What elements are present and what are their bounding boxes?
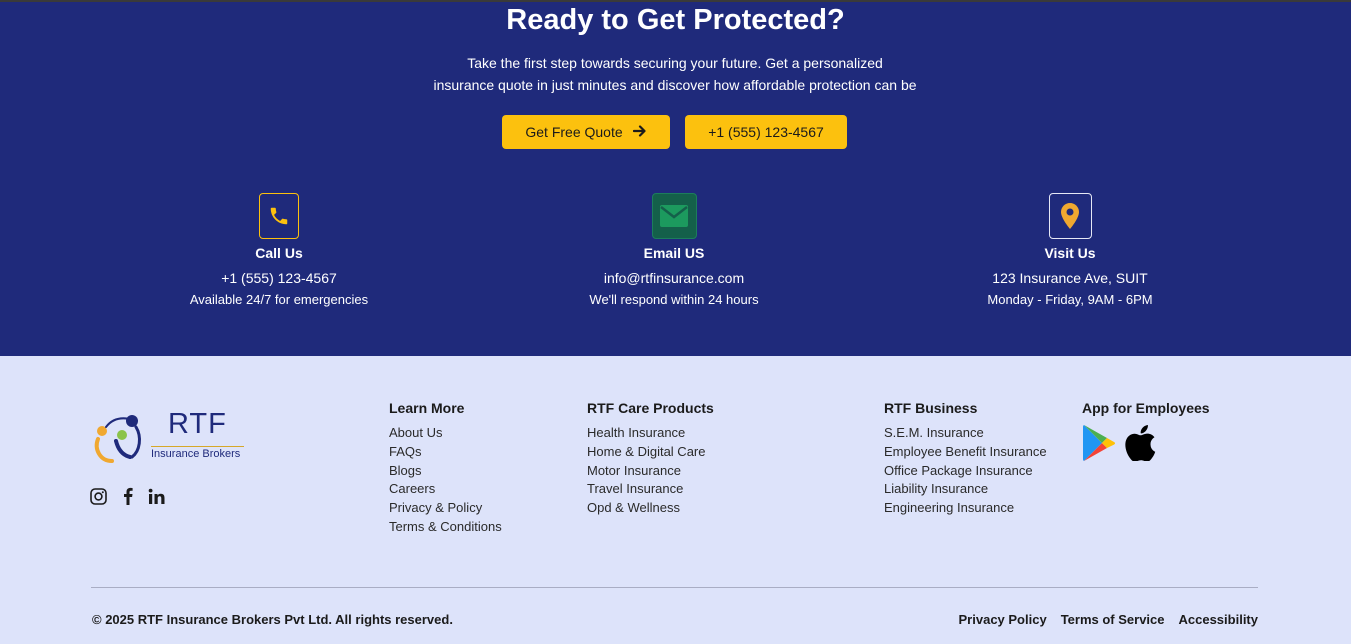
google-play-icon[interactable] <box>1082 424 1116 467</box>
link-terms-conditions[interactable]: Terms & Conditions <box>389 518 502 537</box>
link-about-us[interactable]: About Us <box>389 424 502 443</box>
link-faqs[interactable]: FAQs <box>389 443 502 462</box>
link-home-digital-care[interactable]: Home & Digital Care <box>587 443 714 462</box>
link-accessibility[interactable]: Accessibility <box>1179 612 1259 627</box>
contact-visit-title: Visit Us <box>1044 245 1096 261</box>
link-sem-insurance[interactable]: S.E.M. Insurance <box>884 424 1047 443</box>
linkedin-icon[interactable] <box>148 487 165 505</box>
care-products-title: RTF Care Products <box>587 400 714 416</box>
business-title: RTF Business <box>884 400 978 416</box>
get-free-quote-button[interactable]: Get Free Quote <box>502 115 670 149</box>
footer-care-products: RTF Care Products Health Insurance Home … <box>587 400 714 518</box>
legal-links: Privacy Policy Terms of Service Accessib… <box>959 612 1258 627</box>
link-office-package-insurance[interactable]: Office Package Insurance <box>884 462 1047 481</box>
footer-app: App for Employees <box>1082 400 1210 467</box>
phone-icon <box>259 193 299 239</box>
contact-email-title: Email US <box>643 245 705 261</box>
footer-divider <box>91 587 1258 588</box>
arrow-right-icon <box>632 124 647 141</box>
copyright-text: © 2025 RTF Insurance Brokers Pvt Ltd. Al… <box>92 612 453 627</box>
contact-email: Email US info@rtfinsurance.com We'll res… <box>524 193 824 307</box>
link-privacy-policy[interactable]: Privacy & Policy <box>389 499 502 518</box>
link-travel-insurance[interactable]: Travel Insurance <box>587 480 714 499</box>
contact-call-phone[interactable]: +1 (555) 123-4567 <box>129 270 429 286</box>
instagram-icon[interactable] <box>90 487 107 505</box>
link-health-insurance[interactable]: Health Insurance <box>587 424 714 443</box>
footer-business: RTF Business S.E.M. Insurance Employee B… <box>884 400 1047 518</box>
contact-call-title: Call Us <box>255 245 303 261</box>
app-title: App for Employees <box>1082 400 1210 416</box>
cta-subtitle-line1: Take the first step towards securing you… <box>467 55 883 71</box>
social-links <box>90 487 165 505</box>
link-engineering-insurance[interactable]: Engineering Insurance <box>884 499 1047 518</box>
brand-tagline: Insurance Brokers <box>151 446 244 460</box>
call-phone-button[interactable]: +1 (555) 123-4567 <box>685 115 847 149</box>
link-employee-benefit-insurance[interactable]: Employee Benefit Insurance <box>884 443 1047 462</box>
link-liability-insurance[interactable]: Liability Insurance <box>884 480 1047 499</box>
link-privacy-policy-bottom[interactable]: Privacy Policy <box>959 612 1047 627</box>
footer-learn-more: Learn More About Us FAQs Blogs Careers P… <box>389 400 502 537</box>
link-terms-of-service[interactable]: Terms of Service <box>1061 612 1165 627</box>
contact-email-address[interactable]: info@rtfinsurance.com <box>524 270 824 286</box>
facebook-icon[interactable] <box>119 487 136 505</box>
link-careers[interactable]: Careers <box>389 480 502 499</box>
link-opd-wellness[interactable]: Opd & Wellness <box>587 499 714 518</box>
envelope-icon <box>651 193 697 239</box>
call-phone-label: +1 (555) 123-4567 <box>708 124 824 140</box>
brand-name: RTF <box>168 408 227 440</box>
cta-section: Ready to Get Protected? Take the first s… <box>0 0 1351 356</box>
link-blogs[interactable]: Blogs <box>389 462 502 481</box>
cta-subtitle: Take the first step towards securing you… <box>375 52 975 96</box>
contact-email-note: We'll respond within 24 hours <box>589 292 759 307</box>
map-pin-icon <box>1048 193 1092 239</box>
cta-title: Ready to Get Protected? <box>506 4 845 36</box>
learn-more-title: Learn More <box>389 400 465 416</box>
contact-call-note: Available 24/7 for emergencies <box>189 292 369 307</box>
contact-call: Call Us +1 (555) 123-4567 Available 24/7… <box>129 193 429 307</box>
apple-icon[interactable] <box>1124 425 1156 466</box>
get-free-quote-label: Get Free Quote <box>525 124 623 140</box>
contact-visit-hours: Monday - Friday, 9AM - 6PM <box>987 292 1153 307</box>
contact-visit-address: 123 Insurance Ave, SUIT <box>992 270 1148 286</box>
app-store-links <box>1082 424 1210 467</box>
contact-visit: Visit Us 123 Insurance Ave, SUIT Monday … <box>920 193 1220 307</box>
cta-subtitle-line2: insurance quote in just minutes and disc… <box>433 77 917 93</box>
link-motor-insurance[interactable]: Motor Insurance <box>587 462 714 481</box>
